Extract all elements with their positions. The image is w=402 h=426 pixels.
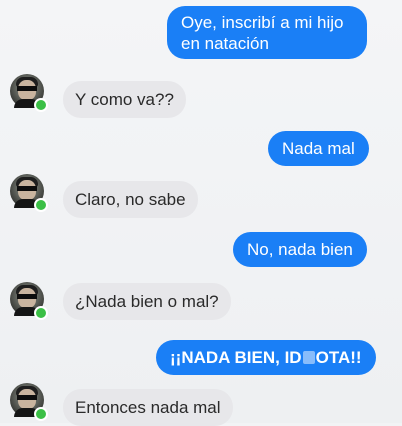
online-status-icon (34, 98, 48, 112)
incoming-message[interactable]: Entonces nada mal (63, 389, 233, 426)
contact-avatar[interactable] (10, 282, 48, 320)
message-text-part2: OTA!! (315, 348, 362, 367)
outgoing-message[interactable]: ¡¡NADA BIEN, ID OTA!! (156, 340, 376, 375)
incoming-message[interactable]: Claro, no sabe (63, 181, 198, 218)
online-status-icon (34, 407, 48, 421)
message-text-part1: ¡¡NADA BIEN, ID (170, 348, 302, 367)
contact-avatar[interactable] (10, 383, 48, 421)
message-text: Y como va?? (75, 90, 174, 109)
message-text: Nada mal (282, 139, 355, 158)
message-text: ¿Nada bien o mal? (75, 292, 219, 311)
outgoing-message[interactable]: Oye, inscribí a mi hijo en natación (167, 6, 367, 59)
online-status-icon (34, 306, 48, 320)
contact-avatar[interactable] (10, 174, 48, 212)
message-text-line2: en natación (181, 34, 269, 53)
message-text-line1: Oye, inscribí a mi hijo (181, 13, 344, 32)
contact-avatar[interactable] (10, 74, 48, 112)
incoming-message[interactable]: ¿Nada bien o mal? (63, 283, 231, 320)
online-status-icon (34, 198, 48, 212)
message-text: Entonces nada mal (75, 398, 221, 417)
incoming-message[interactable]: Y como va?? (63, 81, 186, 118)
outgoing-message[interactable]: Nada mal (268, 131, 369, 166)
message-text: No, nada bien (247, 240, 353, 259)
censor-blur (302, 351, 315, 364)
message-text: Claro, no sabe (75, 190, 186, 209)
chat-thread: Oye, inscribí a mi hijo en natación Y co… (0, 0, 402, 426)
outgoing-message[interactable]: No, nada bien (233, 232, 367, 267)
